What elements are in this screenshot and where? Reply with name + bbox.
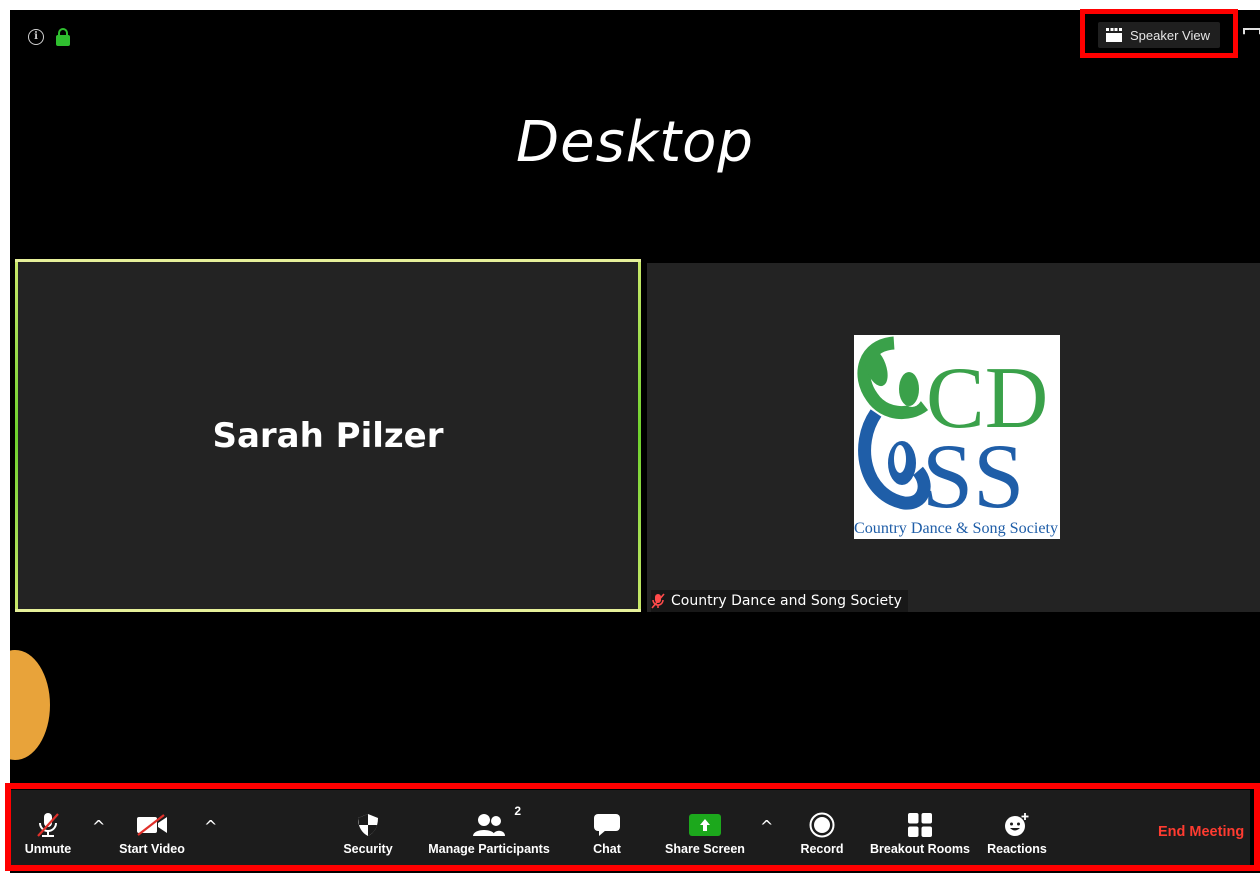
muted-mic-icon (651, 593, 665, 609)
logo-caption: Country Dance & Song Society (854, 520, 1058, 537)
participant-tile-active[interactable]: Sarah Pilzer (15, 259, 641, 612)
zoom-meeting-window: i Speaker View Desktop Sarah Pilzer CD S… (10, 10, 1260, 873)
lock-icon[interactable] (56, 28, 70, 46)
cdss-logo: CD SS Country Dance & Song Society (854, 335, 1060, 539)
background-decoration (10, 650, 50, 760)
participant-name: Sarah Pilzer (212, 416, 444, 456)
info-icon[interactable]: i (28, 29, 44, 45)
meeting-info-bar: i (28, 28, 70, 46)
participant-tile[interactable]: CD SS Country Dance & Song Society Count… (647, 263, 1260, 612)
highlight-box-toolbar (5, 783, 1260, 871)
participant-label: Country Dance and Song Society (651, 590, 908, 612)
logo-letters-bottom: SS (922, 425, 1024, 527)
desktop-caption: Desktop (516, 110, 754, 175)
participant-label-text: Country Dance and Song Society (671, 593, 902, 609)
highlight-box-speaker-view (1080, 9, 1238, 58)
fullscreen-icon[interactable] (1243, 28, 1260, 35)
